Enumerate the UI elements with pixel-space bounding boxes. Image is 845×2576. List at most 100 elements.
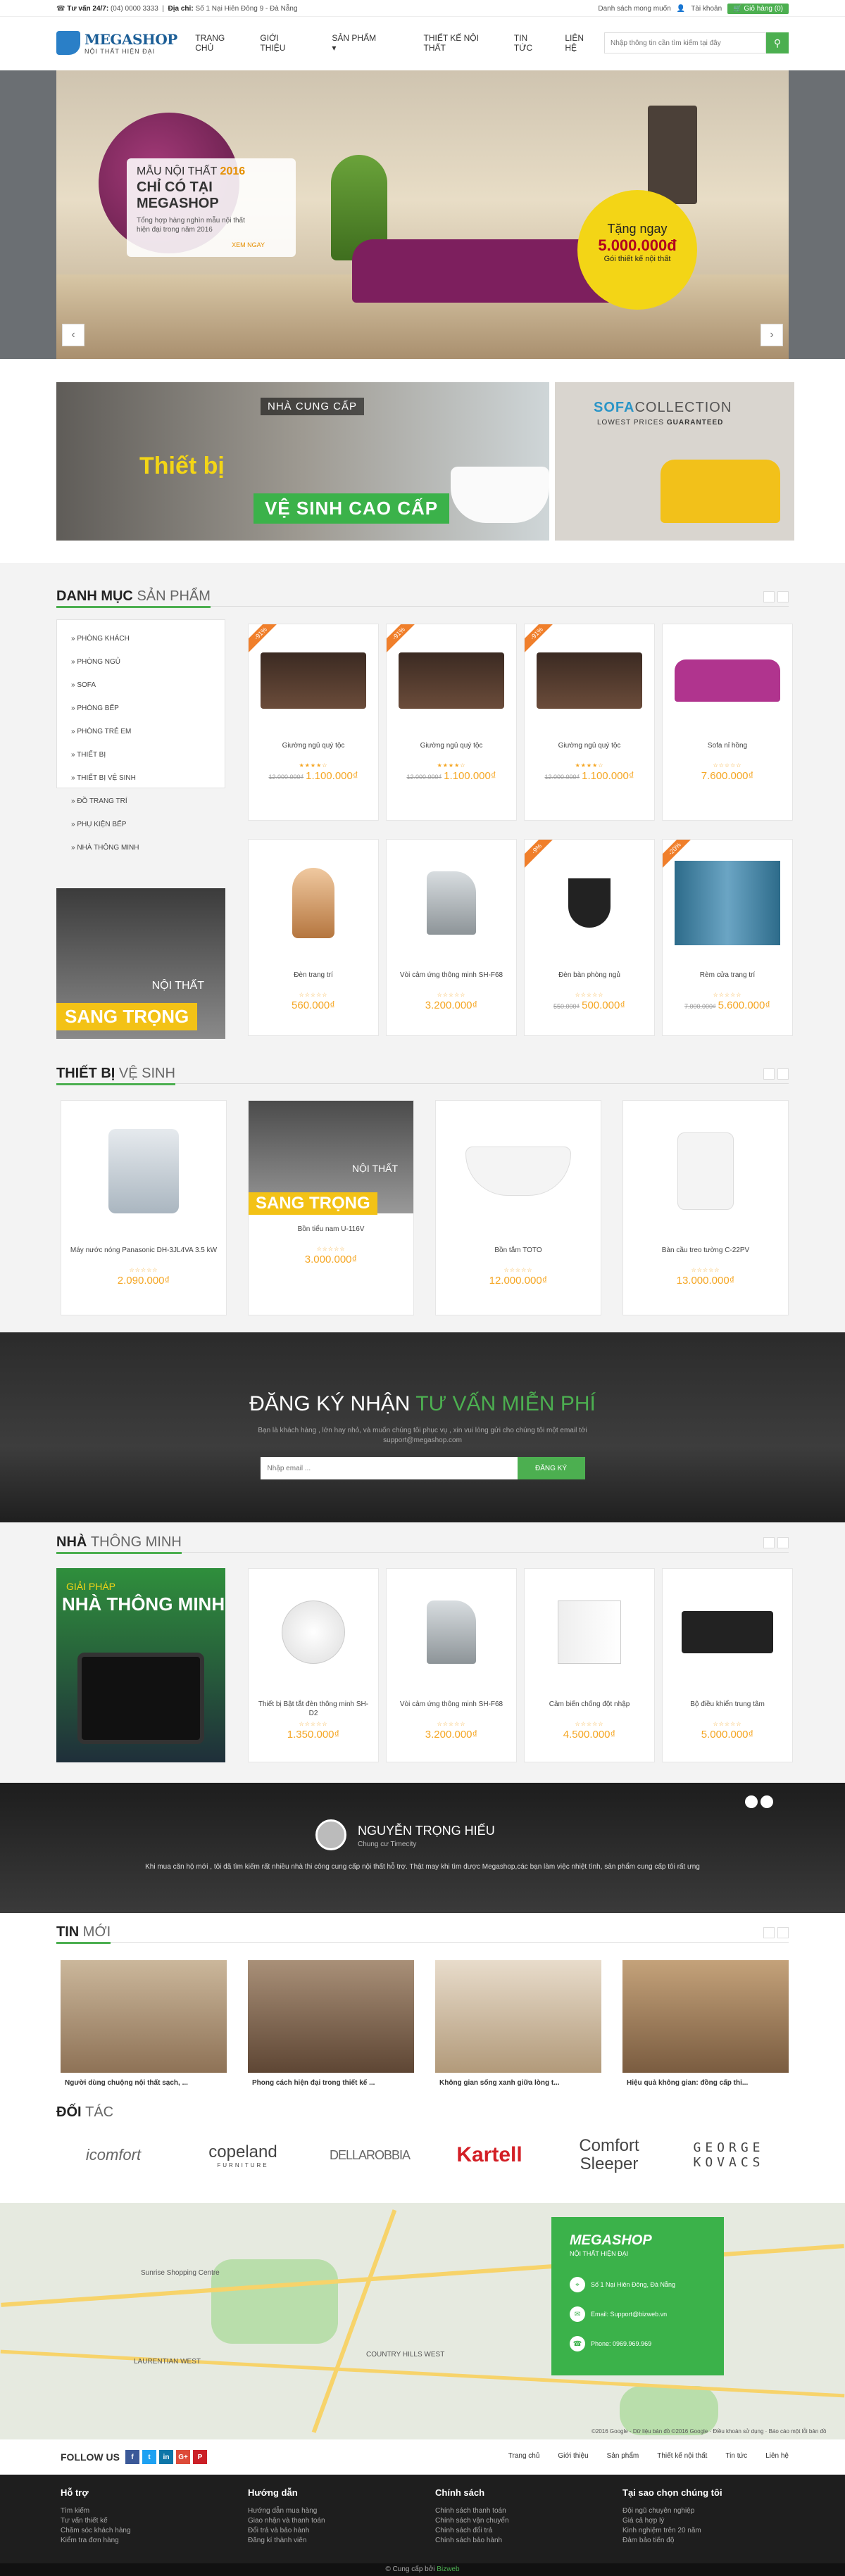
product-name[interactable]: Bàn cầu treo tường C-22PV [623, 1246, 788, 1264]
product-card[interactable]: -9% Đèn bàn phòng ngủ ☆☆☆☆☆ 550.000₫ 500.… [524, 839, 655, 1036]
partner-logo-copeland[interactable]: copeland FURNITURE [190, 2141, 296, 2169]
search-button[interactable]: ⚲ [766, 32, 789, 53]
next-arrow-icon[interactable] [777, 1927, 789, 1938]
footer-col-link[interactable]: Kiểm tra đơn hàng [61, 2536, 223, 2546]
footer-col-link[interactable]: Kinh nghiệm trên 20 năm [622, 2526, 784, 2536]
blog-card[interactable]: Người dùng chuộng nội thất sạch, ... [61, 1960, 227, 2093]
map-terms[interactable]: Điều khoản sử dụng [713, 2428, 763, 2435]
partner-logo-comfort-sleeper[interactable]: Comfort Sleeper [556, 2137, 662, 2173]
footer-col-link[interactable]: Chính sách đổi trả [435, 2526, 597, 2536]
pager-dot[interactable] [760, 1795, 773, 1808]
contact-phone[interactable]: Phone: 0969.969.969 [591, 2340, 651, 2347]
account-link[interactable]: Tài khoản [691, 5, 722, 13]
category-item[interactable]: » THIẾT BỊ VỆ SINH [71, 766, 225, 790]
blog-card[interactable]: Phong cách hiện đại trong thiết kế ... [248, 1960, 414, 2093]
footer-col-link[interactable]: Chính sách bảo hành [435, 2536, 597, 2546]
pinterest-icon[interactable]: P [193, 2450, 207, 2464]
cart-button[interactable]: 🛒 Giỏ hàng (0) [727, 3, 789, 14]
product-name[interactable]: Đèn trang trí [249, 971, 378, 989]
product-name[interactable]: Cảm biến chống đột nhập [525, 1700, 654, 1718]
product-card[interactable]: -91% Giường ngủ quý tộc ★★★★☆ 12.000.000… [524, 624, 655, 821]
nav-contact[interactable]: LIÊN HỆ [554, 33, 604, 53]
product-name[interactable]: Sofa nỉ hồng [663, 741, 792, 759]
footer-col-link[interactable]: Chính sách thanh toán [435, 2506, 597, 2516]
footer-col-link[interactable]: Đăng kí thành viên [248, 2536, 410, 2546]
newsletter-submit-button[interactable]: ĐĂNG KÝ [517, 1457, 585, 1479]
product-name[interactable]: Đèn bàn phòng ngủ [525, 971, 654, 989]
smarthome-banner[interactable]: GIẢI PHÁP NHÀ THÔNG MINH [56, 1568, 225, 1762]
slider-prev-button[interactable]: ‹ [62, 324, 84, 346]
footer-col-link[interactable]: Đảm bảo tiến độ [622, 2536, 784, 2546]
partner-logo-dellarobbia[interactable]: DELLAROBBIA [317, 2141, 423, 2169]
next-arrow-icon[interactable] [777, 1537, 789, 1548]
partner-logo-kartell[interactable]: Kartell [437, 2141, 542, 2169]
provider-link[interactable]: Bizweb [437, 2565, 459, 2573]
hotline[interactable]: (04) 0000 3333 [111, 5, 158, 13]
product-card[interactable]: -20% Rèm cửa trang trí ☆☆☆☆☆ 7.000.000₫ 5… [662, 839, 793, 1036]
product-card[interactable]: Bồn tắm TOTO ☆☆☆☆☆ 12.000.000₫ [435, 1100, 601, 1315]
product-card[interactable]: Bàn cầu treo tường C-22PV ☆☆☆☆☆ 13.000.0… [622, 1100, 789, 1315]
partner-logo-icomfort[interactable]: icomfort [61, 2141, 166, 2169]
footer-link[interactable]: Sản phẩm [607, 2452, 639, 2460]
footer-col-link[interactable]: Đổi trả và bảo hành [248, 2526, 410, 2536]
wishlist-link[interactable]: Danh sách mong muốn [598, 5, 670, 13]
category-item[interactable]: » THIẾT BỊ [71, 743, 225, 766]
category-item[interactable]: » PHÒNG TRẺ EM [71, 720, 225, 743]
newsletter-email-input[interactable] [260, 1457, 518, 1479]
next-arrow-icon[interactable] [777, 1068, 789, 1080]
product-card[interactable]: Đèn trang trí ☆☆☆☆☆ 560.000₫ [248, 839, 379, 1036]
prev-arrow-icon[interactable] [763, 1537, 775, 1548]
product-name[interactable]: Vòi cảm ứng thông minh SH-F68 [387, 1700, 516, 1718]
product-name[interactable]: Rèm cửa trang trí [663, 971, 792, 989]
prev-arrow-icon[interactable] [763, 1068, 775, 1080]
search-input[interactable] [604, 32, 766, 53]
product-name[interactable]: Bồn tiểu nam U-116V [249, 1225, 413, 1243]
footer-col-link[interactable]: Giao nhận và thanh toán [248, 2516, 410, 2526]
promo-banner-sanitary[interactable]: NHÀ CUNG CẤP Thiết bị VỆ SINH CAO CẤP [56, 382, 549, 541]
prev-arrow-icon[interactable] [763, 591, 775, 602]
pager-dot[interactable] [745, 1795, 758, 1808]
blog-card[interactable]: Không gian sống xanh giữa lòng t... [435, 1960, 601, 2093]
blog-title-link[interactable]: Không gian sống xanh giữa lòng t... [435, 2073, 601, 2093]
promo-banner-sofa[interactable]: SOFACOLLECTION LOWEST PRICES GUARANTEED [555, 382, 794, 541]
blog-card[interactable]: Hiệu quả không gian: đồng cấp thi... [622, 1960, 789, 2093]
partner-logo-george-kovacs[interactable]: GEORGE KOVACS [676, 2140, 782, 2170]
footer-link[interactable]: Liên hệ [765, 2452, 789, 2460]
map[interactable]: Sunrise Shopping Centre LAURENTIAN WEST … [0, 2203, 845, 2439]
product-name[interactable]: Giường ngủ quý tộc [387, 741, 516, 759]
nav-home[interactable]: TRANG CHỦ [184, 33, 249, 53]
map-report[interactable]: Báo cáo một lỗi bản đồ [769, 2428, 827, 2435]
product-name[interactable]: Giường ngủ quý tộc [525, 741, 654, 759]
footer-link[interactable]: Giới thiệu [558, 2452, 588, 2460]
blog-title-link[interactable]: Người dùng chuộng nội thất sạch, ... [61, 2073, 227, 2093]
twitter-icon[interactable]: t [142, 2450, 156, 2464]
category-item[interactable]: » NHÀ THÔNG MINH [71, 836, 225, 859]
contact-email[interactable]: Email: Support@bizweb.vn [591, 2311, 667, 2318]
category-item[interactable]: » PHỤ KIỆN BẾP [71, 813, 225, 836]
logo[interactable]: MEGASHOP NỘI THẤT HIỆN ĐẠI [56, 31, 177, 55]
category-item[interactable]: » PHÒNG BẾP [71, 697, 225, 720]
facebook-icon[interactable]: f [125, 2450, 139, 2464]
product-name[interactable]: Máy nước nóng Panasonic DH-3JL4VA 3.5 kW [61, 1246, 226, 1264]
product-name[interactable]: Giường ngủ quý tộc [249, 741, 378, 759]
blog-title-link[interactable]: Hiệu quả không gian: đồng cấp thi... [622, 2073, 789, 2093]
category-side-banner[interactable]: NỘI THẤT SANG TRỌNG [56, 888, 225, 1039]
prev-arrow-icon[interactable] [763, 1927, 775, 1938]
product-card[interactable]: Cảm biến chống đột nhập ☆☆☆☆☆ 4.500.000₫ [524, 1568, 655, 1762]
slider-next-button[interactable]: › [760, 324, 783, 346]
nav-design[interactable]: THIẾT KẾ NỘI THẤT [413, 33, 503, 53]
product-card[interactable]: Vòi cảm ứng thông minh SH-F68 ☆☆☆☆☆ 3.20… [386, 1568, 517, 1762]
footer-link[interactable]: Tin tức [725, 2452, 747, 2460]
product-card[interactable]: -91% Giường ngủ quý tộc ★★★★☆ 12.000.000… [386, 624, 517, 821]
category-item[interactable]: » PHÒNG NGỦ [71, 650, 225, 674]
product-card[interactable]: Thiết bị Bật tắt đèn thông minh SH-D2 ☆☆… [248, 1568, 379, 1762]
nav-products[interactable]: SẢN PHẨM ▾ [311, 33, 413, 53]
category-item[interactable]: » ĐỒ TRANG TRÍ [71, 790, 225, 813]
nav-news[interactable]: TIN TỨC [503, 33, 554, 53]
product-card[interactable]: -91% Giường ngủ quý tộc ★★★★☆ 12.000.000… [248, 624, 379, 821]
footer-col-link[interactable]: Tư vấn thiết kế [61, 2516, 223, 2526]
product-card[interactable]: Sofa nỉ hồng ☆☆☆☆☆ 7.600.000₫ [662, 624, 793, 821]
product-card[interactable]: Vòi cảm ứng thông minh SH-F68 ☆☆☆☆☆ 3.20… [386, 839, 517, 1036]
footer-link[interactable]: Trang chủ [508, 2452, 540, 2460]
next-arrow-icon[interactable] [777, 591, 789, 602]
